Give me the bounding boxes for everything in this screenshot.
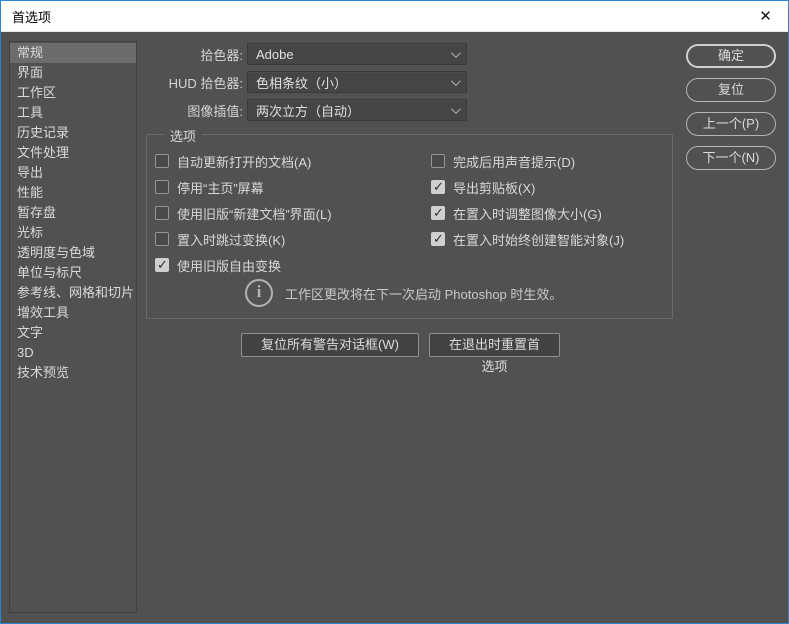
sidebar-item-3d[interactable]: 3D (10, 343, 136, 363)
sidebar-item-general[interactable]: 常规 (10, 43, 136, 63)
workspace-notice-text: 工作区更改将在下一次启动 Photoshop 时生效。 (285, 286, 563, 302)
checkbox-icon[interactable] (155, 154, 169, 168)
sidebar-item-workspace[interactable]: 工作区 (10, 83, 136, 103)
checkbox-always-create-smart-objects[interactable]: 在置入时始终创建智能对象(J) (431, 230, 624, 248)
checkbox-icon[interactable] (155, 180, 169, 194)
ok-button[interactable]: 确定 (686, 44, 776, 68)
workspace-notice: 工作区更改将在下一次启动 Photoshop 时生效。 (245, 279, 562, 307)
sidebar-item-scratch-disks[interactable]: 暂存盘 (10, 203, 136, 223)
sidebar-item-technology-previews[interactable]: 技术预览 (10, 363, 136, 383)
titlebar: 首选项 ✕ (1, 1, 788, 32)
reset-button[interactable]: 复位 (686, 78, 776, 102)
sidebar-item-cursors[interactable]: 光标 (10, 223, 136, 243)
hud-color-picker-label: HUD 拾色器: (168, 75, 243, 91)
hud-color-picker-row: HUD 拾色器: 色相条纹（小） (141, 71, 467, 93)
sidebar-item-tools[interactable]: 工具 (10, 103, 136, 123)
category-list: 常规 界面 工作区 工具 历史记录 文件处理 导出 性能 暂存盘 光标 透明度与… (9, 41, 137, 613)
hud-color-picker-value: 色相条纹（小） (256, 75, 348, 91)
options-group: 选项 自动更新打开的文档(A) 停用“主页”屏幕 使用旧版“新建文档”界面(L)… (146, 126, 673, 319)
sidebar-item-guides-grid-slices[interactable]: 参考线、网格和切片 (10, 283, 136, 303)
sidebar-item-history[interactable]: 历史记录 (10, 123, 136, 143)
checkbox-icon[interactable] (155, 232, 169, 246)
color-picker-row: 拾色器: Adobe (141, 43, 467, 65)
checkbox-resize-image-on-place[interactable]: 在置入时调整图像大小(G) (431, 204, 602, 222)
checkbox-icon[interactable] (155, 257, 169, 273)
checkbox-legacy-new-document[interactable]: 使用旧版“新建文档”界面(L) (155, 204, 332, 222)
image-interpolation-value: 两次立方（自动） (256, 103, 361, 119)
chevron-down-icon (450, 75, 461, 86)
prev-button[interactable]: 上一个(P) (686, 112, 776, 136)
chevron-down-icon (450, 103, 461, 114)
checkbox-icon[interactable] (431, 179, 445, 195)
next-button[interactable]: 下一个(N) (686, 146, 776, 170)
image-interpolation-row: 图像插值: 两次立方（自动） (141, 99, 467, 121)
sidebar-item-units-rulers[interactable]: 单位与标尺 (10, 263, 136, 283)
checkbox-icon[interactable] (431, 154, 445, 168)
checkbox-export-clipboard[interactable]: 导出剪贴板(X) (431, 178, 535, 196)
sidebar-item-export[interactable]: 导出 (10, 163, 136, 183)
checkbox-beep-when-done[interactable]: 完成后用声音提示(D) (431, 152, 575, 170)
preferences-dialog: 首选项 ✕ 常规 界面 工作区 工具 历史记录 文件处理 导出 性能 暂存盘 光… (0, 0, 789, 624)
checkbox-icon[interactable] (431, 205, 445, 221)
sidebar-item-performance[interactable]: 性能 (10, 183, 136, 203)
info-icon (245, 279, 273, 307)
reset-preferences-on-quit-button[interactable]: 在退出时重置首选项 (429, 333, 560, 374)
sidebar-item-transparency-gamut[interactable]: 透明度与色域 (10, 243, 136, 263)
sidebar-item-plugins[interactable]: 增效工具 (10, 303, 136, 323)
color-picker-label: 拾色器: (200, 47, 243, 63)
reset-all-warnings-button[interactable]: 复位所有警告对话框(W) (241, 333, 419, 357)
sidebar-item-file-handling[interactable]: 文件处理 (10, 143, 136, 163)
image-interpolation-label: 图像插值: (187, 103, 243, 119)
dialog-title: 首选项 (12, 9, 52, 25)
hud-color-picker-select[interactable]: 色相条纹（小） (247, 71, 467, 93)
chevron-down-icon (450, 47, 461, 58)
checkbox-skip-transform-on-place[interactable]: 置入时跳过变换(K) (155, 230, 285, 248)
sidebar-item-interface[interactable]: 界面 (10, 63, 136, 83)
checkbox-auto-update-docs[interactable]: 自动更新打开的文档(A) (155, 152, 311, 170)
options-group-legend: 选项 (164, 126, 203, 145)
image-interpolation-select[interactable]: 两次立方（自动） (247, 99, 467, 121)
sidebar-item-type[interactable]: 文字 (10, 323, 136, 343)
color-picker-select[interactable]: Adobe (247, 43, 467, 65)
checkbox-icon[interactable] (431, 231, 445, 247)
close-icon[interactable]: ✕ (743, 1, 788, 32)
color-picker-value: Adobe (256, 46, 294, 62)
checkbox-icon[interactable] (155, 206, 169, 220)
checkbox-disable-home-screen[interactable]: 停用“主页”屏幕 (155, 178, 264, 196)
dialog-content: 常规 界面 工作区 工具 历史记录 文件处理 导出 性能 暂存盘 光标 透明度与… (1, 33, 788, 623)
checkbox-legacy-free-transform[interactable]: 使用旧版自由变换 (155, 256, 281, 274)
